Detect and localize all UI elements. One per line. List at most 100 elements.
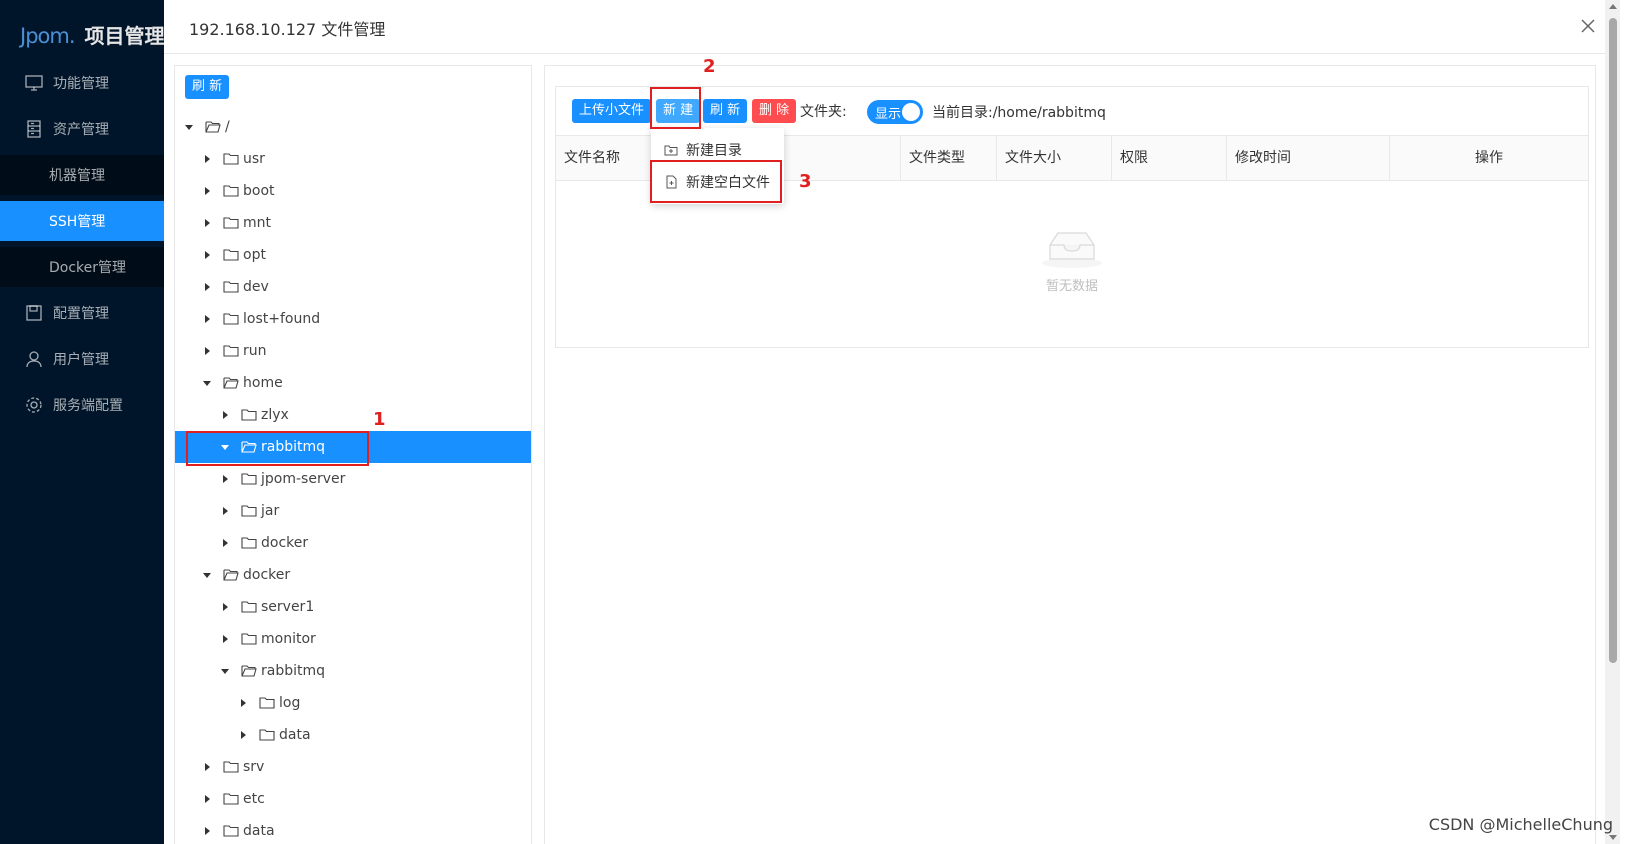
caret-right-icon[interactable]	[233, 687, 253, 719]
monitor-icon	[25, 75, 43, 91]
folder-icon	[223, 313, 239, 325]
nav-item-label: 功能管理	[53, 76, 109, 92]
tree-node[interactable]: etc	[175, 783, 531, 815]
tree-node[interactable]: docker	[175, 559, 531, 591]
caret-right-icon[interactable]	[197, 207, 217, 239]
folder-icon	[223, 249, 239, 261]
caret-right-icon[interactable]	[197, 175, 217, 207]
logo: Jpom. 项目管理	[20, 20, 164, 50]
folder-icon	[259, 729, 275, 741]
nav-item-user-management[interactable]: 用户管理	[0, 339, 164, 379]
scroll-down-icon[interactable]	[1609, 835, 1617, 840]
caret-down-icon[interactable]	[179, 111, 199, 143]
delete-button[interactable]: 删 除	[752, 99, 797, 123]
tree-node[interactable]: home	[175, 367, 531, 399]
caret-right-icon[interactable]	[197, 335, 217, 367]
annotation-box-3	[650, 160, 782, 203]
save-icon	[26, 305, 42, 321]
menu-item-label: 新建目录	[686, 143, 742, 159]
folder-icon	[223, 185, 239, 197]
tree-node[interactable]: lost+found	[175, 303, 531, 335]
tree-node-label: monitor	[261, 631, 316, 647]
nav-item-function-management[interactable]: 功能管理	[0, 63, 164, 103]
scroll-up-icon[interactable]	[1609, 4, 1617, 9]
caret-right-icon[interactable]	[233, 719, 253, 751]
folder-icon	[223, 153, 239, 165]
tree-node[interactable]: run	[175, 335, 531, 367]
sidebar-item-label: SSH管理	[49, 214, 106, 230]
folder-icon	[241, 505, 257, 517]
close-icon[interactable]	[1576, 14, 1600, 38]
caret-right-icon[interactable]	[197, 751, 217, 783]
tree-node[interactable]: data	[175, 815, 531, 844]
annotation-number-1: 1	[373, 409, 386, 430]
caret-down-icon[interactable]	[197, 367, 217, 399]
database-icon	[27, 120, 41, 138]
tree-node-label: rabbitmq	[261, 663, 326, 679]
tree-node[interactable]: boot	[175, 175, 531, 207]
tree-node[interactable]: server1	[175, 591, 531, 623]
tree-node[interactable]: /	[175, 111, 531, 143]
upload-file-button[interactable]: 上传小文件	[572, 99, 652, 123]
modal-header: 192.168.10.127 文件管理	[164, 0, 1620, 54]
caret-right-icon[interactable]	[197, 815, 217, 844]
caret-right-icon[interactable]	[197, 143, 217, 175]
nav-item-config-management[interactable]: 配置管理	[0, 293, 164, 333]
tree-node[interactable]: rabbitmq	[175, 655, 531, 687]
page-scrollbar[interactable]	[1605, 0, 1620, 844]
folder-icon	[241, 537, 257, 549]
caret-right-icon[interactable]	[215, 591, 235, 623]
watermark: CSDN @MichelleChung	[1428, 815, 1613, 834]
caret-right-icon[interactable]	[197, 271, 217, 303]
nav-item-server-config[interactable]: 服务端配置	[0, 385, 164, 425]
tree-node[interactable]: usr	[175, 143, 531, 175]
tree-node[interactable]: jpom-server	[175, 463, 531, 495]
sidebar-item-label: Docker管理	[49, 260, 127, 276]
column-header-permission[interactable]: 权限	[1112, 136, 1227, 180]
tree-node-label: etc	[243, 791, 265, 807]
tree-node[interactable]: docker	[175, 527, 531, 559]
caret-right-icon[interactable]	[215, 399, 235, 431]
annotation-number-3: 3	[799, 171, 812, 192]
caret-right-icon[interactable]	[197, 239, 217, 271]
caret-right-icon[interactable]	[215, 463, 235, 495]
refresh-button[interactable]: 刷 新	[703, 99, 748, 123]
tree-node-label: lost+found	[243, 311, 321, 327]
caret-down-icon[interactable]	[215, 655, 235, 687]
tree-node[interactable]: log	[175, 687, 531, 719]
column-header-size[interactable]: 文件大小	[997, 136, 1112, 180]
switch-label: 显示	[875, 107, 902, 122]
tree-node-label: mnt	[243, 215, 271, 231]
folder-open-icon	[205, 121, 221, 133]
caret-down-icon[interactable]	[197, 559, 217, 591]
tree-node[interactable]: dev	[175, 271, 531, 303]
tree-node[interactable]: monitor	[175, 623, 531, 655]
caret-right-icon[interactable]	[215, 495, 235, 527]
folder-toggle-switch[interactable]: 显示	[867, 100, 923, 124]
column-header-modified[interactable]: 修改时间	[1227, 136, 1390, 180]
tree-node[interactable]: data	[175, 719, 531, 751]
caret-right-icon[interactable]	[215, 527, 235, 559]
annotation-box-2	[650, 87, 701, 129]
tree-node[interactable]: srv	[175, 751, 531, 783]
tree-node[interactable]: jar	[175, 495, 531, 527]
tree-node-label: opt	[243, 247, 266, 263]
tree-node[interactable]: mnt	[175, 207, 531, 239]
caret-right-icon[interactable]	[197, 303, 217, 335]
tree-node[interactable]: zlyx	[175, 399, 531, 431]
sidebar-item-machine[interactable]: 机器管理	[0, 155, 164, 195]
tree-node[interactable]: opt	[175, 239, 531, 271]
sidebar-item-ssh[interactable]: SSH管理	[0, 201, 164, 241]
nav-item-asset-management[interactable]: 资产管理	[0, 109, 164, 149]
sidebar-item-docker[interactable]: Docker管理	[0, 247, 164, 287]
caret-right-icon[interactable]	[197, 783, 217, 815]
empty-inbox-icon	[1042, 232, 1102, 268]
column-header-type[interactable]: 文件类型	[901, 136, 997, 180]
scrollbar-thumb[interactable]	[1609, 18, 1617, 663]
caret-right-icon[interactable]	[215, 623, 235, 655]
folder-icon	[223, 793, 239, 805]
tree-node-label: dev	[243, 279, 269, 295]
tree-refresh-button[interactable]: 刷 新	[185, 75, 230, 99]
nav-item-label: 服务端配置	[53, 398, 123, 414]
tree-node-label: log	[279, 695, 301, 711]
